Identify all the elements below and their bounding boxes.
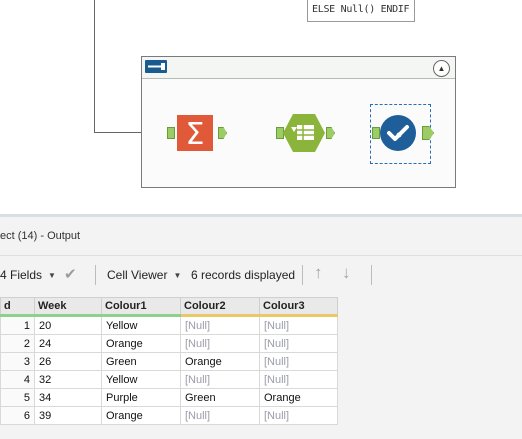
arrow-up-icon[interactable]: ↑: [314, 263, 323, 283]
record-number: 4: [0, 370, 35, 389]
cell-week[interactable]: 20: [34, 315, 102, 335]
formula-snippet: ELSE Null() ENDIF: [312, 4, 410, 15]
container-icon: [145, 60, 167, 73]
cell-colour2[interactable]: [Null]: [180, 370, 260, 389]
record-number: 5: [0, 388, 35, 407]
workflow-canvas[interactable]: ELSE Null() ENDIF ▲ Σ: [0, 0, 522, 214]
cell-week[interactable]: 26: [34, 352, 102, 371]
grid-header-row: d Week Colour1 Colour2 Colour3: [0, 297, 338, 317]
summarize-tool[interactable]: Σ: [175, 114, 215, 155]
column-header-record[interactable]: d: [0, 297, 35, 317]
table-row[interactable]: 2 24 Orange [Null] [Null]: [0, 334, 338, 353]
cell-colour1[interactable]: Yellow: [101, 315, 181, 335]
cell-colour1[interactable]: Orange: [101, 406, 181, 425]
column-header-colour2[interactable]: Colour2: [180, 297, 260, 317]
select-tool[interactable]: [379, 114, 417, 155]
cell-colour3[interactable]: [Null]: [259, 334, 338, 353]
record-number: 2: [0, 334, 35, 353]
cell-colour1[interactable]: Purple: [101, 388, 181, 407]
cell-colour3[interactable]: [Null]: [259, 406, 338, 425]
record-number: 1: [0, 315, 35, 335]
cell-week[interactable]: 32: [34, 370, 102, 389]
crosstab-tool[interactable]: [283, 113, 325, 156]
cell-week[interactable]: 24: [34, 334, 102, 353]
chevron-down-icon: ▼: [48, 271, 56, 280]
column-header-colour1[interactable]: Colour1: [101, 297, 181, 317]
formula-annotation-box[interactable]: ELSE Null() ENDIF: [307, 0, 415, 22]
cell-viewer-label: Cell Viewer: [107, 268, 168, 282]
summarize-input-anchor[interactable]: [167, 127, 175, 139]
cell-colour3[interactable]: [Null]: [259, 370, 338, 389]
container-header[interactable]: ▲: [142, 57, 455, 79]
cell-colour2[interactable]: Orange: [180, 352, 260, 371]
record-number: 3: [0, 352, 35, 371]
results-title: ect (14) - Output: [0, 230, 81, 242]
cell-colour2[interactable]: [Null]: [180, 406, 260, 425]
cell-colour2[interactable]: [Null]: [180, 334, 260, 353]
cell-colour2[interactable]: [Null]: [180, 315, 260, 335]
fields-dropdown[interactable]: 4 Fields ▼: [0, 268, 56, 282]
table-row[interactable]: 3 26 Green Orange [Null]: [0, 352, 338, 371]
cell-colour3[interactable]: [Null]: [259, 352, 338, 371]
toolbar-separator: [95, 265, 96, 285]
arrow-down-icon[interactable]: ↓: [342, 263, 351, 283]
cell-colour1[interactable]: Green: [101, 352, 181, 371]
chevron-down-icon: ▼: [173, 271, 182, 280]
collapse-container-button[interactable]: ▲: [433, 60, 450, 77]
checkmark-icon[interactable]: ✔: [64, 265, 77, 283]
table-row[interactable]: 4 32 Yellow [Null] [Null]: [0, 370, 338, 389]
toolbar-separator: [371, 265, 372, 285]
table-row[interactable]: 5 34 Purple Green Orange: [0, 388, 338, 407]
record-number: 6: [0, 406, 35, 425]
cell-colour3[interactable]: [Null]: [259, 315, 338, 335]
fields-dropdown-label: 4 Fields: [0, 268, 43, 282]
table-row[interactable]: 1 20 Yellow [Null] [Null]: [0, 315, 338, 335]
cell-viewer-dropdown[interactable]: Cell Viewer ▼: [107, 268, 181, 282]
cell-week[interactable]: 39: [34, 406, 102, 425]
table-row[interactable]: 6 39 Orange [Null] [Null]: [0, 406, 338, 425]
column-header-week[interactable]: Week: [34, 297, 102, 317]
connection-wire-vertical: [94, 0, 95, 133]
records-count: 6 records displayed: [191, 268, 296, 282]
cell-colour1[interactable]: Yellow: [101, 370, 181, 389]
checkmark-circle-icon: [380, 115, 416, 151]
results-grid[interactable]: d Week Colour1 Colour2 Colour3 1 20 Yell…: [0, 297, 338, 425]
cell-week[interactable]: 34: [34, 388, 102, 407]
sigma-icon: Σ: [177, 115, 213, 152]
toolbar-separator: [302, 265, 303, 285]
cell-colour1[interactable]: Orange: [101, 334, 181, 353]
crosstab-icon: [283, 114, 325, 152]
cell-colour3[interactable]: Orange: [259, 388, 338, 407]
column-header-colour3[interactable]: Colour3: [259, 297, 338, 317]
svg-text:Σ: Σ: [186, 117, 205, 152]
toolbar-divider: [0, 255, 522, 256]
cell-colour2[interactable]: Green: [180, 388, 260, 407]
